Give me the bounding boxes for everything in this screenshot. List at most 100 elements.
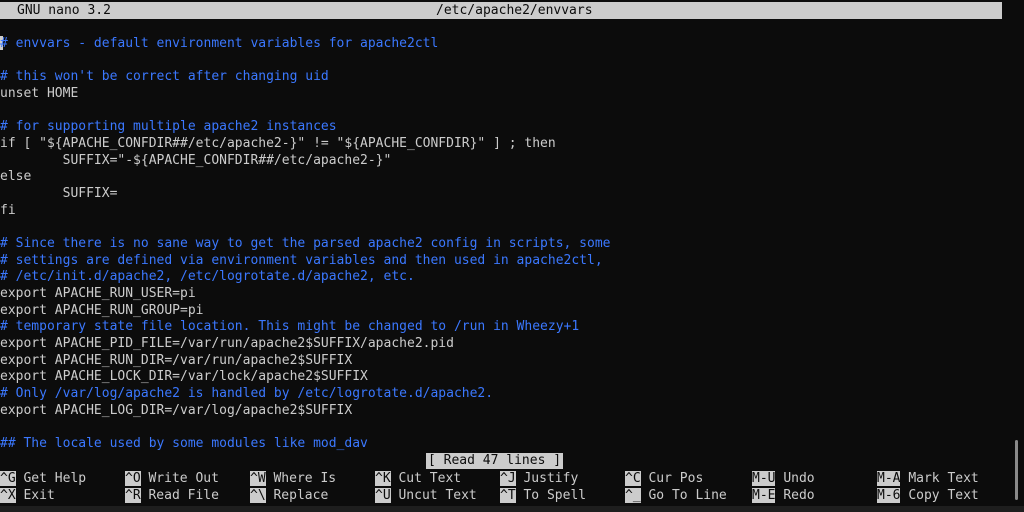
shortcut-key: M-6 — [877, 488, 901, 503]
shortcut-label: Uncut Text — [398, 488, 477, 503]
blank-line[interactable] — [0, 102, 1002, 119]
code-line[interactable]: SUFFIX="-${APACHE_CONFDIR##/etc/apache2-… — [0, 153, 1002, 170]
line-text: # envvars - default environment variable… — [0, 35, 439, 51]
line-text: # settings are defined via environment v… — [0, 252, 603, 268]
shortcut-label: Write Out — [148, 471, 219, 486]
scrollbar-thumb[interactable] — [1015, 440, 1018, 500]
shortcut-item[interactable]: M-6 Copy Text — [877, 487, 979, 504]
shortcut-key: ^O — [125, 471, 141, 486]
comment-line[interactable]: # envvars - default environment variable… — [0, 36, 1002, 53]
shortcut-key: ^G — [0, 471, 16, 486]
shortcut-item[interactable]: ^O Write Out — [125, 470, 219, 487]
shortcut-label: Cut Text — [398, 471, 462, 486]
line-text: export APACHE_RUN_USER=pi — [0, 286, 196, 301]
code-line[interactable]: else — [0, 169, 1002, 186]
code-line[interactable]: export APACHE_RUN_GROUP=pi — [0, 303, 1002, 320]
shortcut-item[interactable]: ^X Exit — [0, 487, 55, 504]
comment-line[interactable]: ## The locale used by some modules like … — [0, 436, 1002, 451]
shortcut-item[interactable]: ^R Read File — [125, 487, 219, 504]
comment-line[interactable]: # this won't be correct after changing u… — [0, 69, 1002, 86]
shortcut-label: Justify — [523, 471, 579, 486]
shortcut-label: Exit — [23, 488, 55, 503]
shortcut-item[interactable]: ^W Where Is — [250, 470, 336, 487]
shortcut-label: Mark Text — [908, 471, 979, 486]
shortcut-label: Go To Line — [648, 488, 727, 503]
shortcut-item[interactable]: ^J Justify — [500, 470, 578, 487]
line-text: # /etc/init.d/apache2, /etc/logrotate.d/… — [0, 269, 415, 285]
comment-line[interactable]: # temporary state file location. This mi… — [0, 319, 1002, 336]
line-text: export APACHE_LOCK_DIR=/var/lock/apache2… — [0, 369, 368, 385]
editor-buffer[interactable]: # envvars - default environment variable… — [0, 19, 1002, 451]
line-text: # temporary state file location. This mi… — [0, 319, 580, 335]
shortcut-key: ^R — [125, 488, 141, 503]
shortcut-item[interactable]: ^K Cut Text — [375, 470, 461, 487]
shortcut-key: ^T — [500, 488, 516, 503]
code-line[interactable]: export APACHE_LOCK_DIR=/var/lock/apache2… — [0, 369, 1002, 386]
shortcut-label: Where Is — [273, 471, 337, 486]
shortcut-label: Cur Pos — [648, 471, 704, 486]
code-line[interactable]: export APACHE_LOG_DIR=/var/log/apache2$S… — [0, 403, 1002, 420]
shortcut-key: M-E — [752, 488, 776, 503]
line-text: export APACHE_PID_FILE=/var/run/apache2$… — [0, 336, 454, 352]
shortcut-label: Undo — [783, 471, 815, 486]
code-line[interactable]: if [ "${APACHE_CONFDIR##/etc/apache2-}" … — [0, 136, 1002, 153]
shortcut-item[interactable]: ^T To Spell — [500, 487, 586, 504]
shortcut-item[interactable]: M-U Undo — [752, 470, 815, 487]
shortcut-key: ^U — [375, 488, 391, 503]
line-text: SUFFIX= — [0, 185, 118, 201]
code-line[interactable]: export APACHE_RUN_DIR=/var/run/apache2$S… — [0, 353, 1002, 370]
shortcut-label: Copy Text — [908, 488, 979, 503]
line-text: ## The locale used by some modules like … — [0, 436, 368, 451]
comment-line[interactable]: # Since there is no sane way to get the … — [0, 236, 1002, 253]
scrollbar[interactable] — [1004, 0, 1024, 512]
code-line[interactable]: SUFFIX= — [0, 186, 1002, 203]
code-line[interactable]: unset HOME — [0, 86, 1002, 103]
line-text: SUFFIX="-${APACHE_CONFDIR##/etc/apache2-… — [0, 152, 392, 168]
line-text: fi — [0, 202, 16, 218]
blank-line[interactable] — [0, 19, 1002, 36]
shortcut-label: To Spell — [523, 488, 587, 503]
blank-line[interactable] — [0, 420, 1002, 437]
code-line[interactable]: fi — [0, 203, 1002, 220]
shortcut-bar: ^G Get Help ^X Exit ^O Write Out ^R Read Fi… — [0, 470, 1002, 504]
code-line[interactable]: export APACHE_RUN_USER=pi — [0, 286, 1002, 303]
shortcut-key: ^W — [250, 471, 266, 486]
line-text: if [ "${APACHE_CONFDIR##/etc/apache2-}" … — [0, 135, 556, 151]
file-path: /etc/apache2/envvars — [436, 3, 593, 18]
shortcut-item[interactable]: ^_ Go To Line — [625, 487, 727, 504]
line-text: # this won't be correct after changing u… — [0, 69, 329, 85]
shortcut-key: M-A — [877, 471, 901, 486]
shortcut-item[interactable]: ^\ Replace — [250, 487, 328, 504]
bottom-edge-strip — [0, 506, 1024, 512]
shortcut-label: Redo — [783, 488, 815, 503]
line-text: export APACHE_RUN_GROUP=pi — [0, 302, 204, 318]
line-text: export APACHE_LOG_DIR=/var/log/apache2$S… — [0, 402, 353, 418]
comment-line[interactable]: # for supporting multiple apache2 instan… — [0, 119, 1002, 136]
comment-line[interactable]: # /etc/init.d/apache2, /etc/logrotate.d/… — [0, 269, 1002, 286]
shortcut-item[interactable]: ^U Uncut Text — [375, 487, 477, 504]
code-line[interactable]: export APACHE_PID_FILE=/var/run/apache2$… — [0, 336, 1002, 353]
shortcut-label: Read File — [148, 488, 219, 503]
shortcut-item[interactable]: ^C Cur Pos — [625, 470, 703, 487]
blank-line[interactable] — [0, 52, 1002, 69]
comment-line[interactable]: # Only /var/log/apache2 is handled by /e… — [0, 386, 1002, 403]
line-text: export APACHE_RUN_DIR=/var/run/apache2$S… — [0, 352, 353, 368]
blank-line[interactable] — [0, 219, 1002, 236]
shortcut-label: Get Help — [23, 471, 87, 486]
line-text: # for supporting multiple apache2 instan… — [0, 119, 337, 135]
shortcut-key: ^X — [0, 488, 16, 503]
shortcut-label: Replace — [273, 488, 329, 503]
shortcut-item[interactable]: M-E Redo — [752, 487, 815, 504]
shortcut-key: ^\ — [250, 488, 266, 503]
shortcut-item[interactable]: M-A Mark Text — [877, 470, 979, 487]
line-text: else — [0, 169, 32, 185]
comment-line[interactable]: # settings are defined via environment v… — [0, 253, 1002, 270]
nano-title-bar: GNU nano 3.2 /etc/apache2/envvars — [0, 2, 1002, 19]
shortcut-key: ^C — [625, 471, 641, 486]
shortcut-key: ^_ — [625, 488, 641, 503]
shortcut-item[interactable]: ^G Get Help — [0, 470, 86, 487]
shortcut-key: ^J — [500, 471, 516, 486]
line-text: unset HOME — [0, 85, 79, 101]
line-text: # Only /var/log/apache2 is handled by /e… — [0, 386, 494, 402]
app-version: GNU nano 3.2 — [17, 3, 111, 18]
